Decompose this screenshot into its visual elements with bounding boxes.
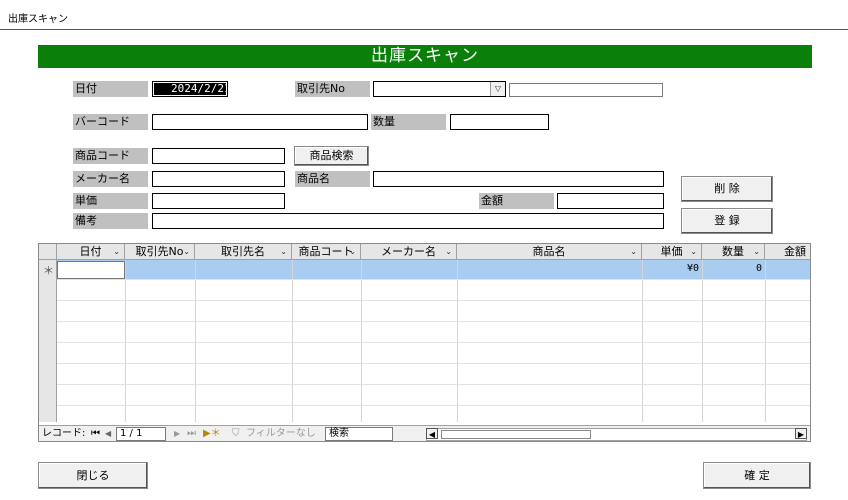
column-dropdown-icon[interactable]: ⌄ — [753, 244, 760, 260]
maker-label: メーカー名 — [73, 171, 148, 187]
confirm-button[interactable]: 確 定 — [703, 462, 811, 489]
column-dropdown-icon[interactable]: ⌄ — [690, 244, 697, 260]
quantity-label: 数量 — [371, 114, 446, 130]
product-name-field[interactable] — [373, 171, 664, 187]
date-field[interactable]: 2024/2/21 — [152, 81, 228, 97]
scroll-left-icon[interactable]: ◀ — [426, 428, 438, 439]
form-title: 出庫スキャン — [38, 45, 812, 68]
search-input[interactable]: 検索 — [325, 427, 393, 441]
select-all-corner[interactable] — [39, 244, 57, 260]
unit-price-label: 単価 — [73, 193, 148, 209]
column-header-date[interactable]: 日付 ⌄ — [57, 244, 125, 260]
filter-status[interactable]: フィルターなし — [246, 426, 316, 441]
column-dropdown-icon[interactable]: ⌄ — [349, 244, 356, 260]
document-tab[interactable]: 出庫スキャン — [8, 10, 68, 25]
amount-label: 金額 — [479, 193, 554, 209]
record-selector-column[interactable] — [39, 260, 57, 422]
first-record-button[interactable]: ⏮ — [91, 426, 100, 441]
scroll-right-icon[interactable]: ▶ — [795, 428, 807, 439]
column-header-product-code[interactable]: 商品コート ⌄ — [292, 244, 361, 260]
client-name-field[interactable] — [509, 83, 663, 97]
date-label: 日付 — [73, 81, 148, 97]
barcode-label: バーコード — [73, 114, 148, 130]
new-record-icon: ＊ — [43, 264, 54, 277]
column-dropdown-icon[interactable]: ⌄ — [445, 244, 452, 260]
note-label: 備考 — [73, 213, 148, 229]
column-header-maker[interactable]: メーカー名 ⌄ — [361, 244, 457, 260]
column-header-quantity[interactable]: 数量 ⌄ — [702, 244, 765, 260]
column-header-product-name[interactable]: 商品名 ⌄ — [457, 244, 642, 260]
column-header-unit-price[interactable]: 単価 ⌄ — [642, 244, 702, 260]
records-datasheet[interactable]: 日付 ⌄ 取引先No ⌄ 取引先名 ⌄ 商品コート ⌄ メーカー名 ⌄ 商品名 ⌄ 単価 ⌄ … — [38, 243, 811, 442]
new-record-button[interactable]: ▶＊ — [203, 426, 221, 441]
next-record-button[interactable]: ▶ — [174, 426, 180, 441]
column-header-client-name[interactable]: 取引先名 ⌄ — [195, 244, 292, 260]
new-record-date-cell[interactable] — [57, 261, 125, 279]
client-no-label: 取引先No — [295, 81, 370, 97]
new-record-quantity[interactable]: 0 — [702, 260, 762, 279]
column-dropdown-icon[interactable]: ⌄ — [280, 244, 287, 260]
product-code-label: 商品コード — [73, 148, 148, 164]
product-name-label: 商品名 — [295, 171, 370, 187]
maker-field[interactable] — [152, 171, 285, 187]
barcode-input[interactable] — [152, 114, 368, 130]
delete-button[interactable]: 削 除 — [681, 176, 773, 202]
record-label: レコード: — [42, 428, 86, 439]
close-button[interactable]: 閉じる — [38, 462, 148, 489]
note-input[interactable] — [152, 213, 664, 229]
quantity-input[interactable] — [450, 114, 549, 130]
register-button[interactable]: 登 録 — [681, 208, 773, 234]
record-navigator: レコード: ⏮ ◀ 1 / 1 ▶ ⏭ ▶＊ ⛉ フィルターなし 検索 ◀ ▶ — [39, 425, 810, 441]
client-no-combo[interactable]: ▽ — [373, 81, 506, 97]
product-search-button[interactable]: 商品検索 — [294, 146, 369, 166]
column-header-client-no[interactable]: 取引先No ⌄ — [125, 244, 195, 260]
amount-field[interactable] — [557, 193, 664, 209]
datasheet-header: 日付 ⌄ 取引先No ⌄ 取引先名 ⌄ 商品コート ⌄ メーカー名 ⌄ 商品名 ⌄ 単価 ⌄ … — [39, 244, 810, 260]
column-dropdown-icon[interactable]: ⌄ — [630, 244, 637, 260]
horizontal-scrollbar[interactable]: ◀ ▶ — [426, 428, 807, 441]
previous-record-button[interactable]: ◀ — [105, 426, 111, 441]
product-code-input[interactable] — [152, 148, 285, 164]
new-record-unit-price[interactable]: ¥0 — [642, 260, 699, 279]
column-dropdown-icon[interactable]: ⌄ — [113, 244, 120, 260]
document-tab-bar: 出庫スキャン — [0, 0, 848, 30]
unit-price-field[interactable] — [152, 193, 285, 209]
chevron-down-icon[interactable]: ▽ — [490, 82, 505, 96]
scrollbar-thumb[interactable] — [441, 430, 591, 439]
filter-icon: ⛉ — [232, 428, 240, 439]
column-header-amount[interactable]: 金額 — [765, 244, 810, 260]
last-record-button[interactable]: ⏭ — [187, 426, 196, 441]
current-record-input[interactable]: 1 / 1 — [116, 427, 166, 441]
column-dropdown-icon[interactable]: ⌄ — [183, 244, 190, 260]
